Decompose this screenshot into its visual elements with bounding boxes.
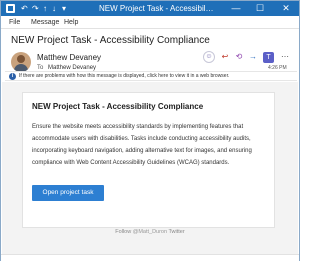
reply-all-icon[interactable]: ⟲	[233, 51, 245, 63]
down-arrow-icon[interactable]: ↓	[52, 3, 56, 14]
customize-toolbar-icon[interactable]: ▾	[62, 3, 66, 14]
menu-help[interactable]: Help	[64, 18, 78, 27]
up-arrow-icon[interactable]: ↑	[43, 3, 47, 14]
info-icon: i	[9, 73, 16, 80]
footer-suffix: Twitter	[168, 229, 185, 235]
message-subject: NEW Project Task - Accessibility Complia…	[11, 35, 210, 46]
email-window: ↶ ↷ ↑ ↓ ▾ NEW Project Task - Accessibili…	[0, 0, 300, 261]
close-button[interactable]: ✕	[277, 1, 295, 16]
undo-icon[interactable]: ↶	[21, 3, 28, 14]
menu-file[interactable]: File	[9, 18, 20, 27]
twitter-handle-link[interactable]: @Matt_Duron	[133, 229, 167, 235]
display-info-bar[interactable]: i If there are problems with how this me…	[5, 71, 297, 81]
menu-bar: File Message Help	[1, 16, 299, 29]
minimize-button[interactable]: —	[227, 1, 245, 16]
redo-icon[interactable]: ↷	[32, 3, 39, 14]
teams-icon[interactable]: T	[263, 52, 274, 63]
footer: Follow @Matt_Duron Twitter	[2, 228, 298, 236]
footer-prefix: Follow	[115, 229, 132, 235]
open-project-task-button[interactable]: Open project task	[32, 185, 104, 201]
menu-message[interactable]: Message	[31, 18, 59, 27]
emoji-reaction-icon[interactable]: ☺	[203, 51, 215, 63]
reply-icon[interactable]: ↩	[219, 51, 231, 63]
forward-icon[interactable]: →	[247, 51, 259, 63]
title-bar: ↶ ↷ ↑ ↓ ▾ NEW Project Task - Accessibili…	[1, 1, 299, 16]
sender-name[interactable]: Matthew Devaney	[37, 53, 101, 63]
info-text[interactable]: If there are problems with how this mess…	[19, 73, 229, 80]
task-card: NEW Project Task - Accessibility Complia…	[22, 92, 275, 228]
maximize-button[interactable]: ☐	[251, 1, 269, 16]
window-title: NEW Project Task - Accessibility Complia…	[99, 4, 215, 13]
more-actions-icon[interactable]: ⋯	[279, 51, 291, 63]
message-body: NEW Project Task - Accessibility Complia…	[2, 82, 298, 254]
card-description: Ensure the website meets accessibility s…	[32, 124, 252, 166]
card-title: NEW Project Task - Accessibility Complia…	[32, 102, 204, 111]
outlook-icon	[6, 4, 15, 13]
window-bottom-edge	[1, 254, 299, 261]
avatar[interactable]	[11, 52, 31, 72]
